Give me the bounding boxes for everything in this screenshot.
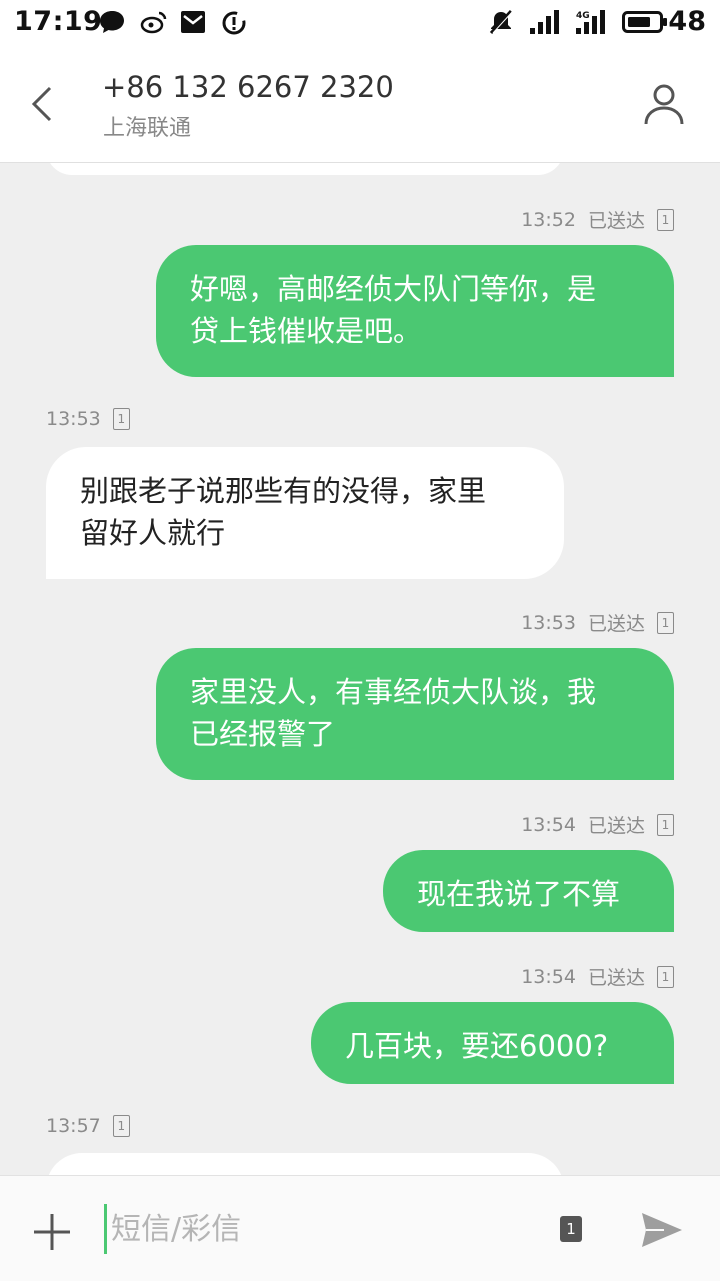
message-status: 已送达 bbox=[587, 210, 645, 232]
contact-carrier: 上海联通 bbox=[103, 116, 192, 141]
message-bubble-incoming[interactable] bbox=[46, 1153, 564, 1175]
signal-icon bbox=[530, 10, 559, 34]
mail-icon bbox=[181, 11, 205, 33]
status-time: 17:19 bbox=[14, 6, 103, 37]
message-meta: 13:53 已送达 1 bbox=[521, 609, 674, 636]
sim-card-icon: 1 bbox=[112, 408, 130, 430]
message-bubble-outgoing[interactable]: 好嗯，高邮经侦大队门等你，是 贷上钱催收是吧。 bbox=[156, 245, 674, 377]
signal-4g-icon: 4G bbox=[576, 10, 605, 34]
message-time: 13:54 bbox=[521, 965, 576, 988]
message-meta: 13:54 已送达 1 bbox=[521, 811, 674, 838]
message-status: 已送达 bbox=[587, 613, 645, 635]
sim-card-icon: 1 bbox=[112, 1115, 130, 1137]
battery-icon bbox=[622, 11, 667, 33]
message-composer: 1 bbox=[0, 1175, 720, 1281]
sim-card-icon: 1 bbox=[657, 813, 674, 836]
plus-icon[interactable] bbox=[30, 1210, 74, 1254]
battery-level: 48 bbox=[668, 6, 706, 37]
conversation-header: +86 132 6267 2320 上海联通 bbox=[0, 44, 720, 163]
sim-select-button[interactable]: 1 bbox=[560, 1216, 582, 1242]
person-icon[interactable] bbox=[640, 80, 688, 128]
sync-icon bbox=[222, 11, 246, 35]
sim-card-icon: 1 bbox=[657, 965, 674, 988]
message-meta: 13:57 1 bbox=[46, 1115, 130, 1137]
chat-bubble-icon bbox=[100, 11, 124, 33]
message-status: 已送达 bbox=[587, 815, 645, 837]
chevron-left-icon[interactable] bbox=[24, 82, 64, 126]
message-list[interactable]: 13:52 已送达 1 好嗯，高邮经侦大队门等你，是 贷上钱催收是吧。 13:5… bbox=[0, 163, 720, 1175]
message-bubble-incoming[interactable]: 别跟老子说那些有的没得，家里 留好人就行 bbox=[46, 447, 564, 579]
message-time: 13:54 bbox=[521, 813, 576, 836]
message-meta: 13:53 1 bbox=[46, 408, 130, 430]
svg-text:4G: 4G bbox=[576, 11, 590, 21]
message-meta: 13:54 已送达 1 bbox=[521, 963, 674, 990]
message-meta: 13:52 已送达 1 bbox=[521, 206, 674, 233]
message-bubble-partial bbox=[46, 163, 564, 175]
message-bubble-outgoing[interactable]: 几百块，要还6000? bbox=[311, 1002, 674, 1084]
mute-icon bbox=[489, 9, 514, 35]
message-time: 13:52 bbox=[521, 208, 576, 231]
message-bubble-outgoing[interactable]: 现在我说了不算 bbox=[383, 850, 674, 932]
contact-number: +86 132 6267 2320 bbox=[102, 70, 394, 104]
sim-card-icon: 1 bbox=[657, 611, 674, 634]
message-status: 已送达 bbox=[587, 967, 645, 989]
send-icon[interactable] bbox=[640, 1210, 684, 1250]
message-time: 13:53 bbox=[46, 408, 101, 430]
weibo-icon bbox=[140, 11, 167, 34]
message-bubble-outgoing[interactable]: 家里没人，有事经侦大队谈，我 已经报警了 bbox=[156, 648, 674, 780]
message-time: 13:57 bbox=[46, 1115, 101, 1137]
sim-card-icon: 1 bbox=[657, 208, 674, 231]
status-bar: 17:19 4G 48 bbox=[0, 0, 720, 44]
message-time: 13:53 bbox=[521, 611, 576, 634]
message-input[interactable] bbox=[104, 1204, 531, 1254]
